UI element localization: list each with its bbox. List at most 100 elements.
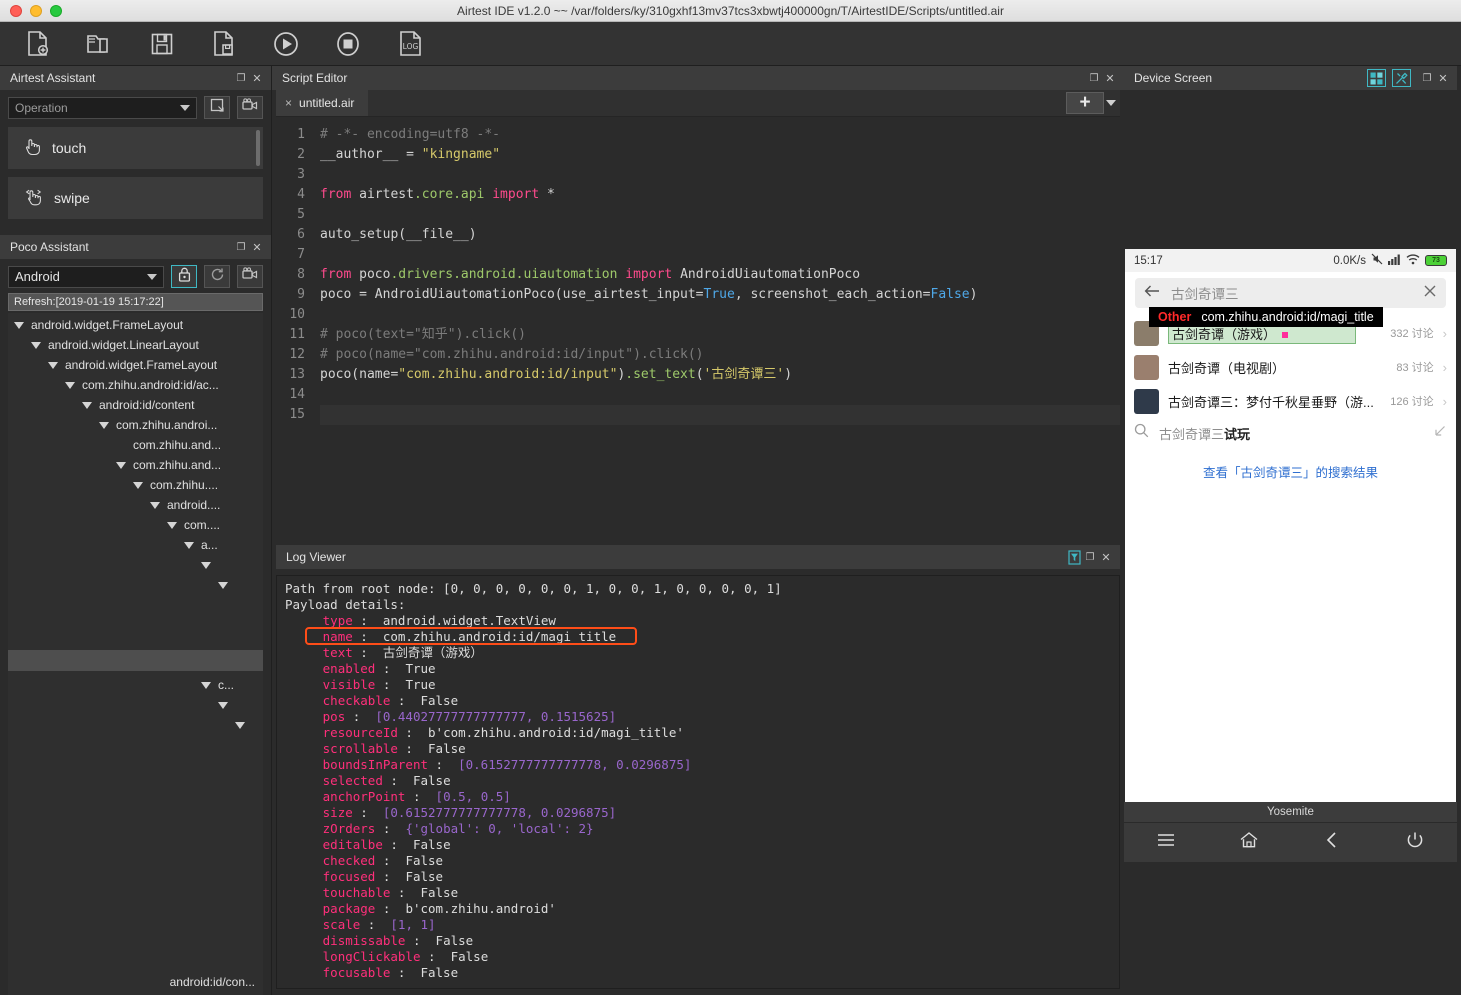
view-all-results-link[interactable]: 查看「古剑奇谭三」的搜索结果 [1125,448,1456,491]
chevron-down-icon[interactable] [150,502,160,509]
log-button[interactable]: LOG [388,26,432,62]
code-line[interactable] [320,385,1120,405]
chevron-down-icon[interactable] [184,542,194,549]
search-results-list[interactable]: 古剑奇谭（游戏）332 讨论›古剑奇谭（电视剧）83 讨论›古剑奇谭三：梦付千秋… [1125,316,1456,418]
insert-arrow-icon[interactable] [1433,424,1447,443]
code-line[interactable]: poco = AndroidUiautomationPoco(use_airte… [320,285,1120,305]
chevron-down-icon[interactable] [201,682,211,689]
chevron-down-icon[interactable] [14,322,24,329]
inspect-layout-button[interactable] [1367,69,1386,87]
chevron-down-icon[interactable] [218,582,228,589]
chevron-down-icon[interactable] [235,722,245,729]
tab-close-icon[interactable]: × [285,96,292,110]
new-script-button[interactable] [16,26,60,62]
code-line[interactable]: auto_setup(__file__) [320,225,1120,245]
tree-node[interactable]: c... [8,675,263,695]
tree-node[interactable]: android.... [8,495,263,515]
tree-node[interactable] [8,595,263,615]
code-editor[interactable]: 123456789101112131415 # -*- encoding=utf… [276,117,1120,545]
airtest-assistant-restore-icon[interactable]: ❐ [233,70,249,86]
tree-node[interactable]: android.widget.LinearLayout [8,335,263,355]
code-text-area[interactable]: # -*- encoding=utf8 -*-__author__ = "kin… [314,117,1120,545]
home-button[interactable] [1207,831,1290,854]
back-button[interactable] [1291,831,1374,854]
platform-select[interactable]: Android [8,266,164,288]
code-line[interactable]: from poco.drivers.android.uiautomation i… [320,265,1120,285]
snapshot-button[interactable] [204,96,230,119]
operation-select[interactable]: Operation [8,97,197,119]
power-button[interactable] [1374,831,1457,854]
menu-button[interactable] [1124,832,1207,853]
tree-node[interactable]: com.zhihu.android:id/ac... [8,375,263,395]
tree-node[interactable] [8,695,263,715]
script-editor-close-icon[interactable]: ✕ [1102,70,1118,86]
lock-button[interactable] [171,265,197,288]
search-input[interactable]: 古剑奇谭三 [1135,278,1446,308]
search-result-row[interactable]: 古剑奇谭三：梦付千秋星垂野（游...126 讨论› [1125,384,1456,418]
chevron-down-icon[interactable] [133,482,143,489]
tree-node[interactable]: com.zhihu.... [8,475,263,495]
chevron-down-icon[interactable] [48,362,58,369]
code-line[interactable] [320,245,1120,265]
log-viewer-close-icon[interactable]: ✕ [1098,549,1114,565]
minimize-window-button[interactable] [30,5,42,17]
code-line[interactable] [320,165,1120,185]
chevron-down-icon[interactable] [116,462,126,469]
stop-button[interactable] [326,26,370,62]
chevron-down-icon[interactable] [99,422,109,429]
tree-node[interactable]: android.widget.FrameLayout [8,315,263,335]
code-line[interactable] [320,305,1120,325]
tab-untitled-air[interactable]: × untitled.air [276,90,368,116]
code-line[interactable]: # -*- encoding=utf8 -*- [320,125,1120,145]
open-script-button[interactable] [78,26,122,62]
tree-node[interactable] [8,575,263,595]
tree-node[interactable] [8,715,263,735]
code-line[interactable]: # poco(text="知乎").click() [320,325,1120,345]
tree-node[interactable]: android:id/content [8,395,263,415]
action-swipe[interactable]: swipe [8,177,263,219]
tree-node[interactable]: android.widget.FrameLayout [8,355,263,375]
code-line[interactable]: # poco(name="com.zhihu.android:id/input"… [320,345,1120,365]
code-line[interactable]: poco(name="com.zhihu.android:id/input").… [320,365,1120,385]
back-arrow-icon[interactable] [1144,284,1160,303]
code-line[interactable] [320,205,1120,225]
run-button[interactable] [264,26,308,62]
log-output[interactable]: Path from root node: [0, 0, 0, 0, 0, 0, … [277,576,1119,988]
close-window-button[interactable] [10,5,22,17]
chevron-down-icon[interactable] [218,702,228,709]
tree-node[interactable]: com.zhihu.androi... [8,415,263,435]
search-result-row[interactable]: 古剑奇谭（电视剧）83 讨论› [1125,350,1456,384]
device-screen-close-icon[interactable]: ✕ [1435,70,1451,86]
script-editor-restore-icon[interactable]: ❐ [1086,70,1102,86]
filter-icon[interactable] [1066,549,1082,565]
action-touch[interactable]: touch [8,127,263,169]
chevron-down-icon[interactable] [65,382,75,389]
add-tab-button[interactable]: + [1066,92,1104,114]
tree-node[interactable] [8,555,263,575]
chevron-down-icon[interactable] [82,402,92,409]
log-viewer-restore-icon[interactable]: ❐ [1082,549,1098,565]
tree-node[interactable] [8,615,263,635]
tree-node[interactable]: com.zhihu.and... [8,455,263,475]
chevron-down-icon[interactable] [167,522,177,529]
chevron-down-icon[interactable] [201,562,211,569]
poco-record-button[interactable] [237,265,263,288]
code-line[interactable]: from airtest.core.api import * [320,185,1120,205]
code-line[interactable]: __author__ = "kingname" [320,145,1120,165]
device-screen-restore-icon[interactable]: ❐ [1419,70,1435,86]
tree-node[interactable]: com.zhihu.and... [8,435,263,455]
maximize-window-button[interactable] [50,5,62,17]
airtest-assistant-close-icon[interactable]: ✕ [249,70,265,86]
refresh-button[interactable] [204,265,230,288]
save-button[interactable] [140,26,184,62]
chevron-down-icon[interactable] [1106,100,1116,106]
close-icon[interactable] [1423,284,1437,303]
airtest-actions-scrollbar[interactable] [256,130,260,166]
tree-node[interactable]: a... [8,535,263,555]
poco-assistant-close-icon[interactable]: ✕ [249,239,265,255]
record-button[interactable] [237,96,263,119]
tree-node[interactable]: com.... [8,515,263,535]
poco-assistant-restore-icon[interactable]: ❐ [233,239,249,255]
search-suggestion-row[interactable]: 古剑奇谭三试玩 [1125,418,1456,448]
tools-button[interactable] [1392,69,1411,87]
